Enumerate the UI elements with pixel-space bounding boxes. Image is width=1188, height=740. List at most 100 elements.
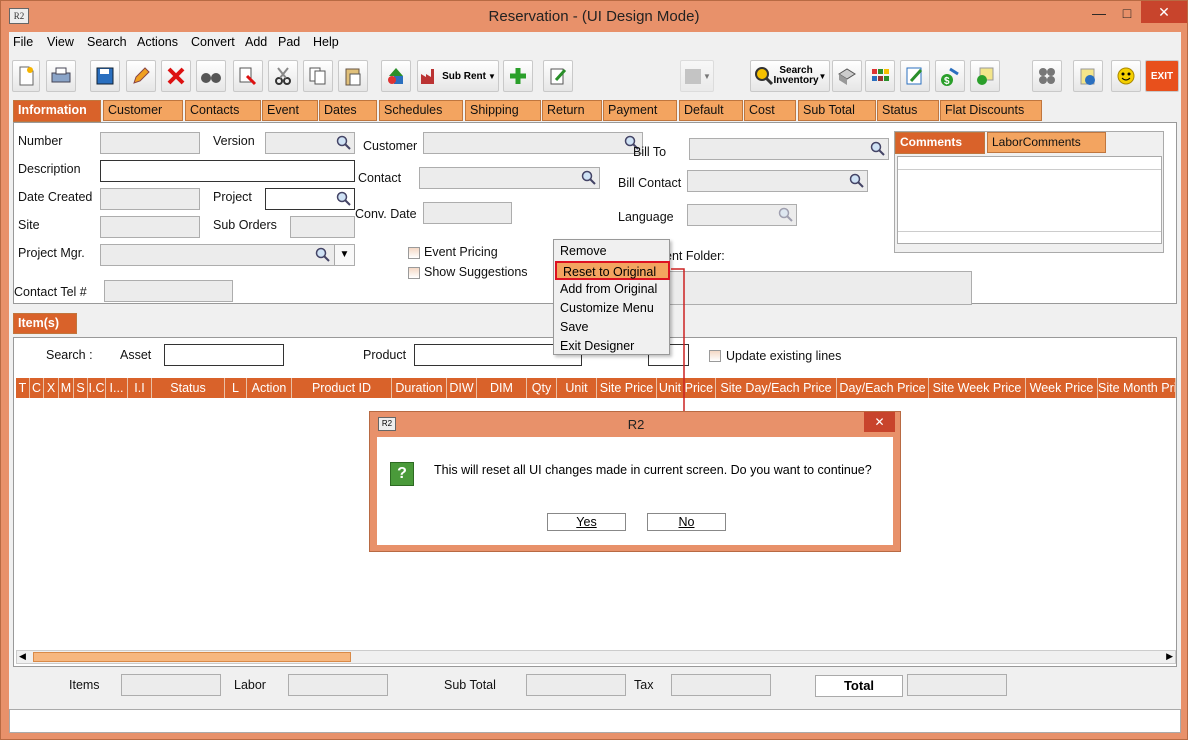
edit-button[interactable] — [126, 60, 156, 92]
tab-comments[interactable]: Comments — [895, 132, 985, 154]
contact-tel-field[interactable] — [104, 280, 233, 302]
transfer-money-button[interactable]: $ — [935, 60, 965, 92]
tab-schedules[interactable]: Schedules — [379, 100, 463, 121]
column-header[interactable]: Status — [152, 378, 225, 398]
yes-button[interactable]: Yes — [547, 513, 626, 531]
tab-sub-total[interactable]: Sub Total — [798, 100, 876, 121]
menu-item-save[interactable]: Save — [554, 318, 669, 337]
column-header[interactable]: Product ID — [292, 378, 392, 398]
search-icon[interactable] — [581, 170, 596, 185]
tab-information[interactable]: Information — [13, 100, 101, 122]
menu-pad[interactable]: Pad — [278, 35, 300, 49]
dialog-close-button[interactable]: ✕ — [864, 412, 895, 432]
no-button[interactable]: No — [647, 513, 726, 531]
column-header[interactable]: Site Day/Each Price — [716, 378, 837, 398]
column-header[interactable]: I.C — [88, 378, 106, 398]
menu-item-add-from-original[interactable]: Add from Original — [554, 280, 669, 299]
tab-items[interactable]: Item(s) — [13, 313, 77, 334]
modules-button[interactable] — [1032, 60, 1062, 92]
search-icon[interactable] — [870, 141, 885, 156]
conv-date-field[interactable] — [423, 202, 512, 224]
close-button[interactable]: ✕ — [1141, 1, 1187, 23]
tab-default[interactable]: Default — [679, 100, 743, 121]
column-header[interactable]: Site Week Price — [929, 378, 1026, 398]
number-field[interactable] — [100, 132, 200, 154]
menu-view[interactable]: View — [47, 35, 74, 49]
date-created-field[interactable] — [100, 188, 200, 210]
column-header[interactable]: Duration — [392, 378, 447, 398]
menu-search[interactable]: Search — [87, 35, 127, 49]
maximize-button[interactable]: □ — [1113, 1, 1141, 25]
tab-payment[interactable]: Payment — [603, 100, 677, 121]
contact-field[interactable] — [419, 167, 600, 189]
exit-button[interactable]: EXIT — [1145, 60, 1179, 92]
column-header[interactable]: L — [225, 378, 247, 398]
minimize-button[interactable]: — — [1085, 1, 1113, 25]
menu-add[interactable]: Add — [245, 35, 267, 49]
version-field[interactable] — [265, 132, 355, 154]
asset-search-input[interactable] — [164, 344, 284, 366]
project-field[interactable] — [265, 188, 355, 210]
inventory-item-button[interactable] — [832, 60, 862, 92]
menu-actions[interactable]: Actions — [137, 35, 178, 49]
horizontal-scrollbar[interactable]: ◀ ▶ — [16, 650, 1176, 664]
notes-button[interactable] — [543, 60, 573, 92]
bill-contact-field[interactable] — [687, 170, 868, 192]
scrollbar-thumb[interactable] — [33, 652, 351, 662]
payment-button[interactable] — [970, 60, 1000, 92]
search-icon[interactable] — [336, 135, 351, 150]
delete-button[interactable] — [161, 60, 191, 92]
project-mgr-select[interactable]: ▼ — [100, 244, 355, 266]
chevron-down-icon[interactable]: ▼ — [334, 245, 354, 265]
column-header[interactable]: Unit — [557, 378, 597, 398]
print-button[interactable] — [46, 60, 76, 92]
copy-button[interactable] — [303, 60, 333, 92]
comments-text-area[interactable] — [897, 156, 1162, 244]
copy-to-button[interactable] — [233, 60, 263, 92]
edit-form-button[interactable] — [900, 60, 930, 92]
menu-file[interactable]: File — [13, 35, 33, 49]
menu-convert[interactable]: Convert — [191, 35, 235, 49]
menu-item-remove[interactable]: Remove — [554, 242, 669, 261]
column-header[interactable]: S — [74, 378, 88, 398]
bill-to-field[interactable] — [689, 138, 889, 160]
tab-event[interactable]: Event — [262, 100, 318, 121]
column-header[interactable]: DIM — [477, 378, 527, 398]
smiley-button[interactable] — [1111, 60, 1141, 92]
column-header[interactable]: X — [44, 378, 59, 398]
tab-cost[interactable]: Cost — [744, 100, 796, 121]
folder-field[interactable] — [665, 271, 972, 305]
new-button[interactable] — [12, 60, 40, 92]
language-field[interactable] — [687, 204, 797, 226]
column-header[interactable]: Action — [247, 378, 292, 398]
customer-field[interactable] — [423, 132, 643, 154]
cut-button[interactable] — [268, 60, 298, 92]
tab-contacts[interactable]: Contacts — [185, 100, 261, 121]
sub-rent-button[interactable]: Sub Rent ▼ — [417, 60, 499, 92]
column-header[interactable]: Day/Each Price — [837, 378, 929, 398]
grid-report-button[interactable] — [865, 60, 895, 92]
column-header[interactable]: Week Price — [1026, 378, 1098, 398]
tab-shipping[interactable]: Shipping — [465, 100, 541, 121]
search-icon[interactable] — [336, 191, 351, 206]
calendar-button[interactable]: ▼ — [680, 60, 714, 92]
sub-orders-field[interactable] — [290, 216, 355, 238]
find-button[interactable] — [196, 60, 226, 92]
tab-labor-comments[interactable]: LaborComments — [987, 132, 1106, 153]
tab-flat-discounts[interactable]: Flat Discounts — [940, 100, 1042, 121]
column-header[interactable]: Qty — [527, 378, 557, 398]
shapes-button[interactable] — [381, 60, 411, 92]
save-button[interactable] — [90, 60, 120, 92]
add-button[interactable] — [503, 60, 533, 92]
event-pricing-checkbox[interactable] — [408, 247, 420, 259]
search-icon[interactable] — [315, 247, 330, 262]
tab-return[interactable]: Return — [542, 100, 602, 121]
search-inventory-button[interactable]: Search Inventory ▼ — [750, 60, 830, 92]
column-header[interactable]: T — [16, 378, 30, 398]
tab-dates[interactable]: Dates — [319, 100, 377, 121]
help-button[interactable] — [1073, 60, 1103, 92]
column-header[interactable]: C — [30, 378, 44, 398]
paste-button[interactable] — [338, 60, 368, 92]
tab-status[interactable]: Status — [877, 100, 939, 121]
column-header[interactable]: I... — [106, 378, 128, 398]
